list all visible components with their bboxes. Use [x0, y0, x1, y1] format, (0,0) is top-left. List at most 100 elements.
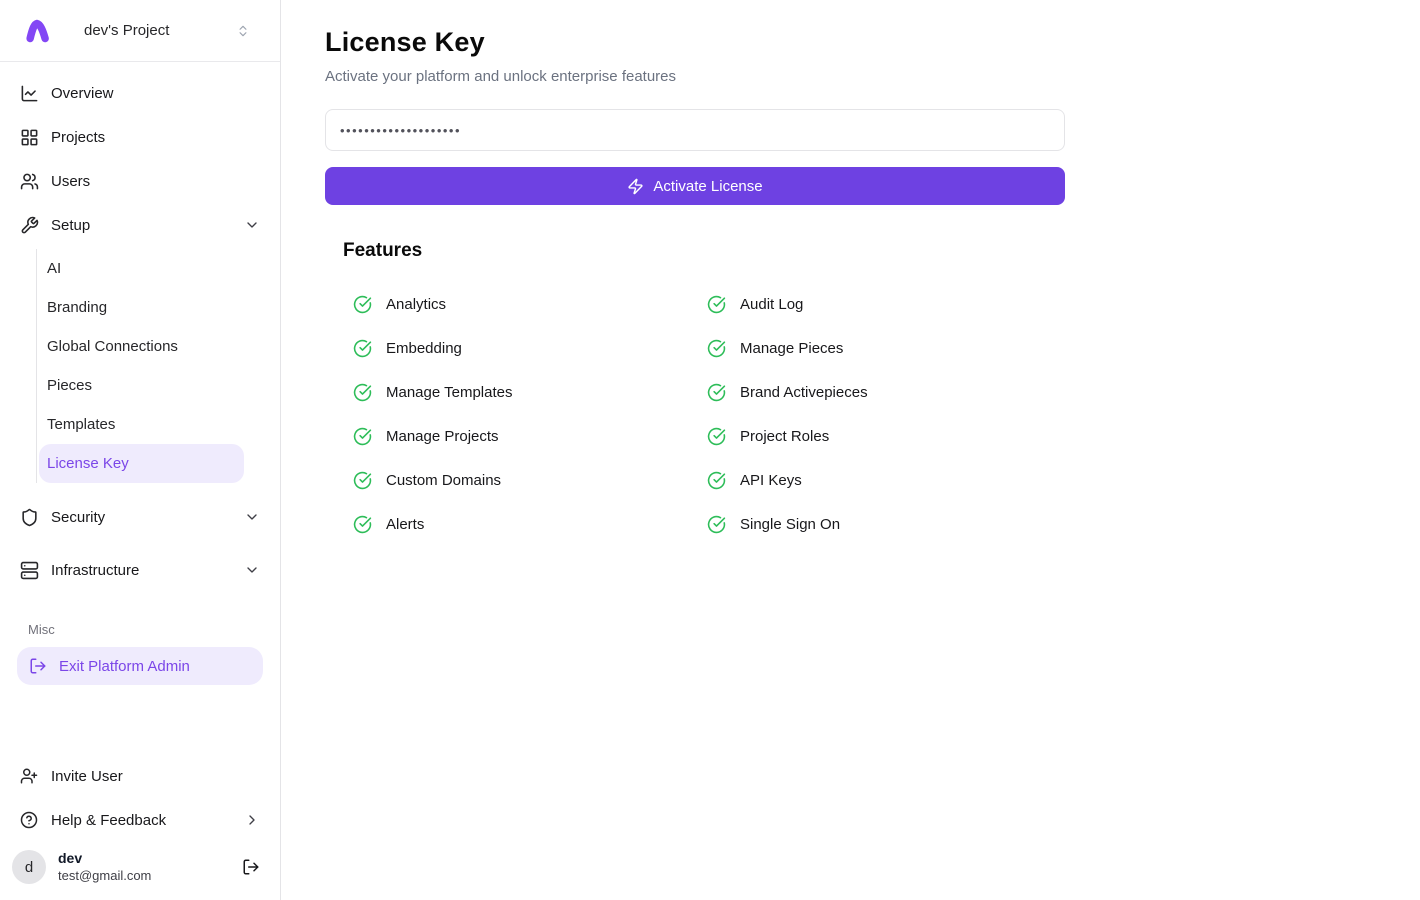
users-icon — [20, 172, 39, 191]
sidebar-item-templates[interactable]: Templates — [39, 405, 244, 444]
activate-license-label: Activate License — [653, 178, 762, 195]
sidebar-item-global-connections[interactable]: Global Connections — [39, 327, 244, 366]
feature-label: Project Roles — [740, 428, 829, 445]
circle-check-icon — [707, 383, 726, 402]
features-title: Features — [343, 240, 1065, 262]
feature-project-roles: Project Roles — [707, 414, 1061, 458]
circle-check-icon — [353, 471, 372, 490]
sub-item-label: AI — [47, 260, 61, 277]
feature-label: API Keys — [740, 472, 802, 489]
features-grid: Analytics Embedding Manage Templates Man… — [353, 282, 1065, 546]
invite-user-label: Invite User — [51, 768, 123, 785]
sub-item-label: Global Connections — [47, 338, 178, 355]
activate-license-button[interactable]: Activate License — [325, 167, 1065, 205]
sidebar-item-label: Overview — [51, 85, 114, 102]
chevron-down-icon — [244, 509, 260, 525]
sub-item-label: Pieces — [47, 377, 92, 394]
sidebar-item-label: Users — [51, 173, 90, 190]
misc-group-label: Misc — [28, 622, 272, 637]
feature-manage-projects: Manage Projects — [353, 414, 707, 458]
feature-alerts: Alerts — [353, 502, 707, 546]
help-feedback-button[interactable]: Help & Feedback — [8, 798, 272, 842]
feature-label: Embedding — [386, 340, 462, 357]
sidebar-item-branding[interactable]: Branding — [39, 288, 244, 327]
zap-icon — [627, 178, 644, 195]
sidebar-item-projects[interactable]: Projects — [8, 115, 272, 159]
circle-check-icon — [353, 515, 372, 534]
help-feedback-label: Help & Feedback — [51, 812, 166, 829]
wrench-icon — [20, 216, 39, 235]
feature-manage-pieces: Manage Pieces — [707, 326, 1061, 370]
project-name: dev's Project — [84, 22, 236, 39]
shield-icon — [20, 508, 39, 527]
chevrons-up-down-icon — [236, 24, 250, 38]
sidebar-item-label: Infrastructure — [51, 562, 139, 579]
circle-check-icon — [707, 339, 726, 358]
feature-analytics: Analytics — [353, 282, 707, 326]
sidebar-item-security[interactable]: Security — [8, 495, 272, 539]
page-title: License Key — [325, 27, 1065, 58]
feature-embedding: Embedding — [353, 326, 707, 370]
license-key-input[interactable] — [325, 109, 1065, 151]
user-meta: dev test@gmail.com — [58, 850, 151, 884]
feature-label: Manage Projects — [386, 428, 499, 445]
circle-check-icon — [707, 515, 726, 534]
circle-check-icon — [707, 295, 726, 314]
sidebar-item-overview[interactable]: Overview — [8, 71, 272, 115]
user-name: dev — [58, 850, 151, 868]
project-switcher[interactable]: dev's Project — [0, 0, 280, 62]
setup-sub-list: AI Branding Global Connections Pieces Te… — [36, 249, 272, 483]
exit-platform-admin-button[interactable]: Exit Platform Admin — [17, 647, 263, 685]
circle-check-icon — [353, 339, 372, 358]
circle-check-icon — [353, 383, 372, 402]
log-out-icon — [29, 657, 47, 675]
page-subtitle: Activate your platform and unlock enterp… — [325, 68, 1065, 85]
circle-check-icon — [707, 427, 726, 446]
sidebar-item-ai[interactable]: AI — [39, 249, 244, 288]
sidebar-item-users[interactable]: Users — [8, 159, 272, 203]
sidebar-item-pieces[interactable]: Pieces — [39, 366, 244, 405]
sidebar-item-label: Projects — [51, 129, 105, 146]
features-col1: Analytics Embedding Manage Templates Man… — [353, 282, 707, 546]
feature-api-keys: API Keys — [707, 458, 1061, 502]
sidebar-item-label: Security — [51, 509, 105, 526]
exit-platform-admin-label: Exit Platform Admin — [59, 658, 190, 675]
sidebar-item-setup[interactable]: Setup — [8, 203, 272, 247]
sidebar-item-infrastructure[interactable]: Infrastructure — [8, 548, 272, 592]
invite-user-button[interactable]: Invite User — [8, 754, 272, 798]
main-content: License Key Activate your platform and u… — [325, 0, 1065, 546]
circle-check-icon — [353, 295, 372, 314]
sidebar-nav: Overview Projects Users Setup AI Brandin… — [0, 62, 280, 685]
user-plus-icon — [20, 767, 38, 785]
layout-grid-icon — [20, 128, 39, 147]
server-icon — [20, 561, 39, 580]
user-account-row[interactable]: d dev test@gmail.com — [8, 842, 272, 892]
feature-label: Manage Templates — [386, 384, 512, 401]
feature-manage-templates: Manage Templates — [353, 370, 707, 414]
sidebar-item-license-key[interactable]: License Key — [39, 444, 244, 483]
feature-single-sign-on: Single Sign On — [707, 502, 1061, 546]
chevron-down-icon — [244, 217, 260, 233]
sub-item-label: License Key — [47, 455, 129, 472]
log-out-icon[interactable] — [242, 858, 260, 876]
sidebar: dev's Project Overview Projects Users Se… — [0, 0, 281, 900]
chevron-down-icon — [244, 562, 260, 578]
circle-help-icon — [20, 811, 38, 829]
feature-audit-log: Audit Log — [707, 282, 1061, 326]
sub-item-label: Templates — [47, 416, 115, 433]
feature-label: Brand Activepieces — [740, 384, 868, 401]
feature-label: Audit Log — [740, 296, 803, 313]
user-email: test@gmail.com — [58, 868, 151, 884]
activepieces-logo-icon — [22, 16, 52, 46]
avatar: d — [12, 850, 46, 884]
sidebar-bottom: Invite User Help & Feedback d dev test@g… — [0, 754, 280, 892]
feature-custom-domains: Custom Domains — [353, 458, 707, 502]
feature-label: Analytics — [386, 296, 446, 313]
features-col2: Audit Log Manage Pieces Brand Activepiec… — [707, 282, 1061, 546]
feature-brand-activepieces: Brand Activepieces — [707, 370, 1061, 414]
chart-line-icon — [20, 84, 39, 103]
feature-label: Single Sign On — [740, 516, 840, 533]
sidebar-item-label: Setup — [51, 217, 90, 234]
chevron-right-icon — [244, 812, 260, 828]
feature-label: Custom Domains — [386, 472, 501, 489]
